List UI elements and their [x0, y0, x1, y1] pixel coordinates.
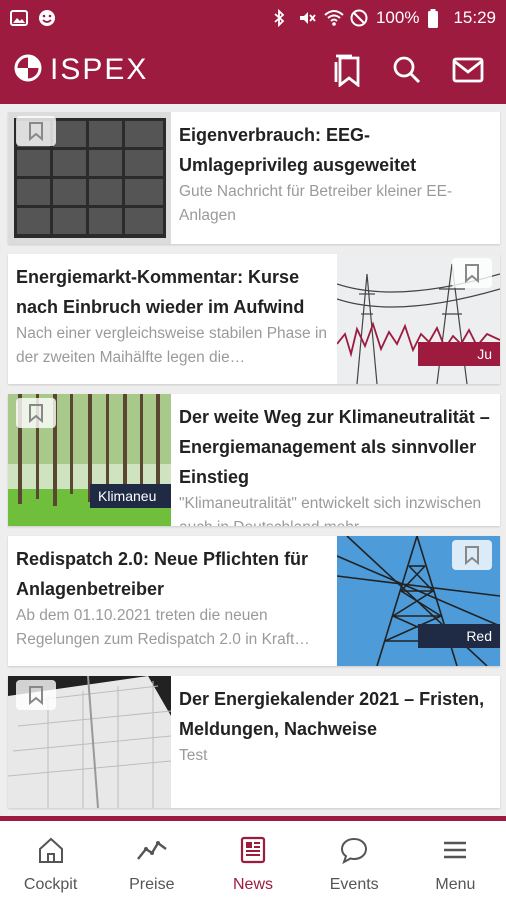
logo-text: ISPEX: [50, 53, 149, 86]
clock: 15:29: [453, 8, 496, 27]
power-line-chart-image: Ju: [337, 254, 500, 384]
article-title[interactable]: Der Energiekalender 2021 – Fristen, Meld…: [179, 684, 492, 744]
nav-menu[interactable]: Menu: [405, 821, 506, 900]
nav-label: Preise: [129, 876, 175, 893]
app-bar: ISPEX: [0, 36, 506, 104]
article-summary: Test: [179, 747, 208, 764]
nav-news[interactable]: News: [202, 821, 303, 900]
battery-level: 100%: [375, 8, 420, 27]
article-card[interactable]: Der Energiekalender 2021 – Fristen, Meld…: [8, 676, 500, 808]
newspaper-icon: [238, 835, 268, 870]
bookmark-button[interactable]: [16, 398, 56, 428]
article-title[interactable]: Der weite Weg zur Klimaneutralität – Ene…: [179, 402, 492, 492]
image-tag: Red: [418, 624, 500, 648]
article-card[interactable]: Energiemarkt-Kommentar: Kurse nach Einbr…: [8, 254, 500, 384]
menu-icon: [440, 835, 470, 870]
article-card[interactable]: Eigenverbrauch: EEG-Umlageprivileg ausge…: [8, 112, 500, 244]
app-logo[interactable]: ISPEX: [14, 53, 148, 87]
bookmark-button[interactable]: [452, 258, 492, 288]
bluetooth-icon: [272, 8, 290, 28]
bookmarks-icon[interactable]: [332, 53, 362, 87]
nav-preise[interactable]: Preise: [101, 821, 202, 900]
home-icon: [36, 835, 66, 870]
smiley-icon: [38, 9, 56, 27]
image-tag: Klimaneu: [90, 484, 171, 508]
bookmark-button[interactable]: [452, 540, 492, 570]
bottom-navigation: Cockpit Preise News Events Menu: [0, 816, 506, 900]
article-summary: Ab dem 01.10.2021 treten die neuen Regel…: [16, 607, 310, 648]
status-bar: 100% 15:29: [0, 0, 506, 36]
solar-panels-image: [8, 112, 171, 244]
nav-label: Menu: [435, 876, 476, 893]
article-title[interactable]: Redispatch 2.0: Neue Pflichten für Anlag…: [16, 544, 329, 604]
nav-label: News: [233, 876, 274, 893]
article-summary: Nach einer vergleichsweise stabilen Phas…: [16, 325, 328, 366]
article-title[interactable]: Energiemarkt-Kommentar: Kurse nach Einbr…: [16, 262, 329, 322]
article-card[interactable]: Redispatch 2.0: Neue Pflichten für Anlag…: [8, 536, 500, 666]
nav-label: Events: [329, 876, 379, 893]
ispex-logo-icon: [14, 54, 42, 87]
chat-icon: [339, 835, 369, 870]
article-summary: "Klimaneutralität" entwickelt sich inzwi…: [179, 495, 482, 526]
forest-image: Klimaneu: [8, 394, 171, 526]
article-title[interactable]: Eigenverbrauch: EEG-Umlageprivileg ausge…: [179, 120, 492, 180]
article-card[interactable]: Klimaneu Der weite Weg zur Klimaneutrali…: [8, 394, 500, 526]
nav-cockpit[interactable]: Cockpit: [0, 821, 101, 900]
search-icon[interactable]: [392, 55, 422, 85]
calendar-image: [8, 676, 171, 808]
bookmark-button[interactable]: [16, 680, 56, 710]
mail-icon[interactable]: [452, 57, 484, 83]
bookmark-button[interactable]: [16, 116, 56, 146]
do-not-disturb-icon: [350, 9, 368, 27]
article-summary: Gute Nachricht für Betreiber kleiner EE-…: [179, 183, 453, 224]
news-feed[interactable]: Eigenverbrauch: EEG-Umlageprivileg ausge…: [0, 104, 506, 816]
mute-icon: [298, 9, 316, 27]
nav-events[interactable]: Events: [304, 821, 405, 900]
wifi-icon: [324, 9, 344, 27]
nav-label: Cockpit: [23, 876, 78, 893]
pylon-image: Red: [337, 536, 500, 666]
image-tag: Ju: [418, 342, 500, 366]
trend-icon: [136, 835, 168, 870]
battery-icon: [427, 9, 445, 28]
image-icon: [10, 9, 28, 27]
